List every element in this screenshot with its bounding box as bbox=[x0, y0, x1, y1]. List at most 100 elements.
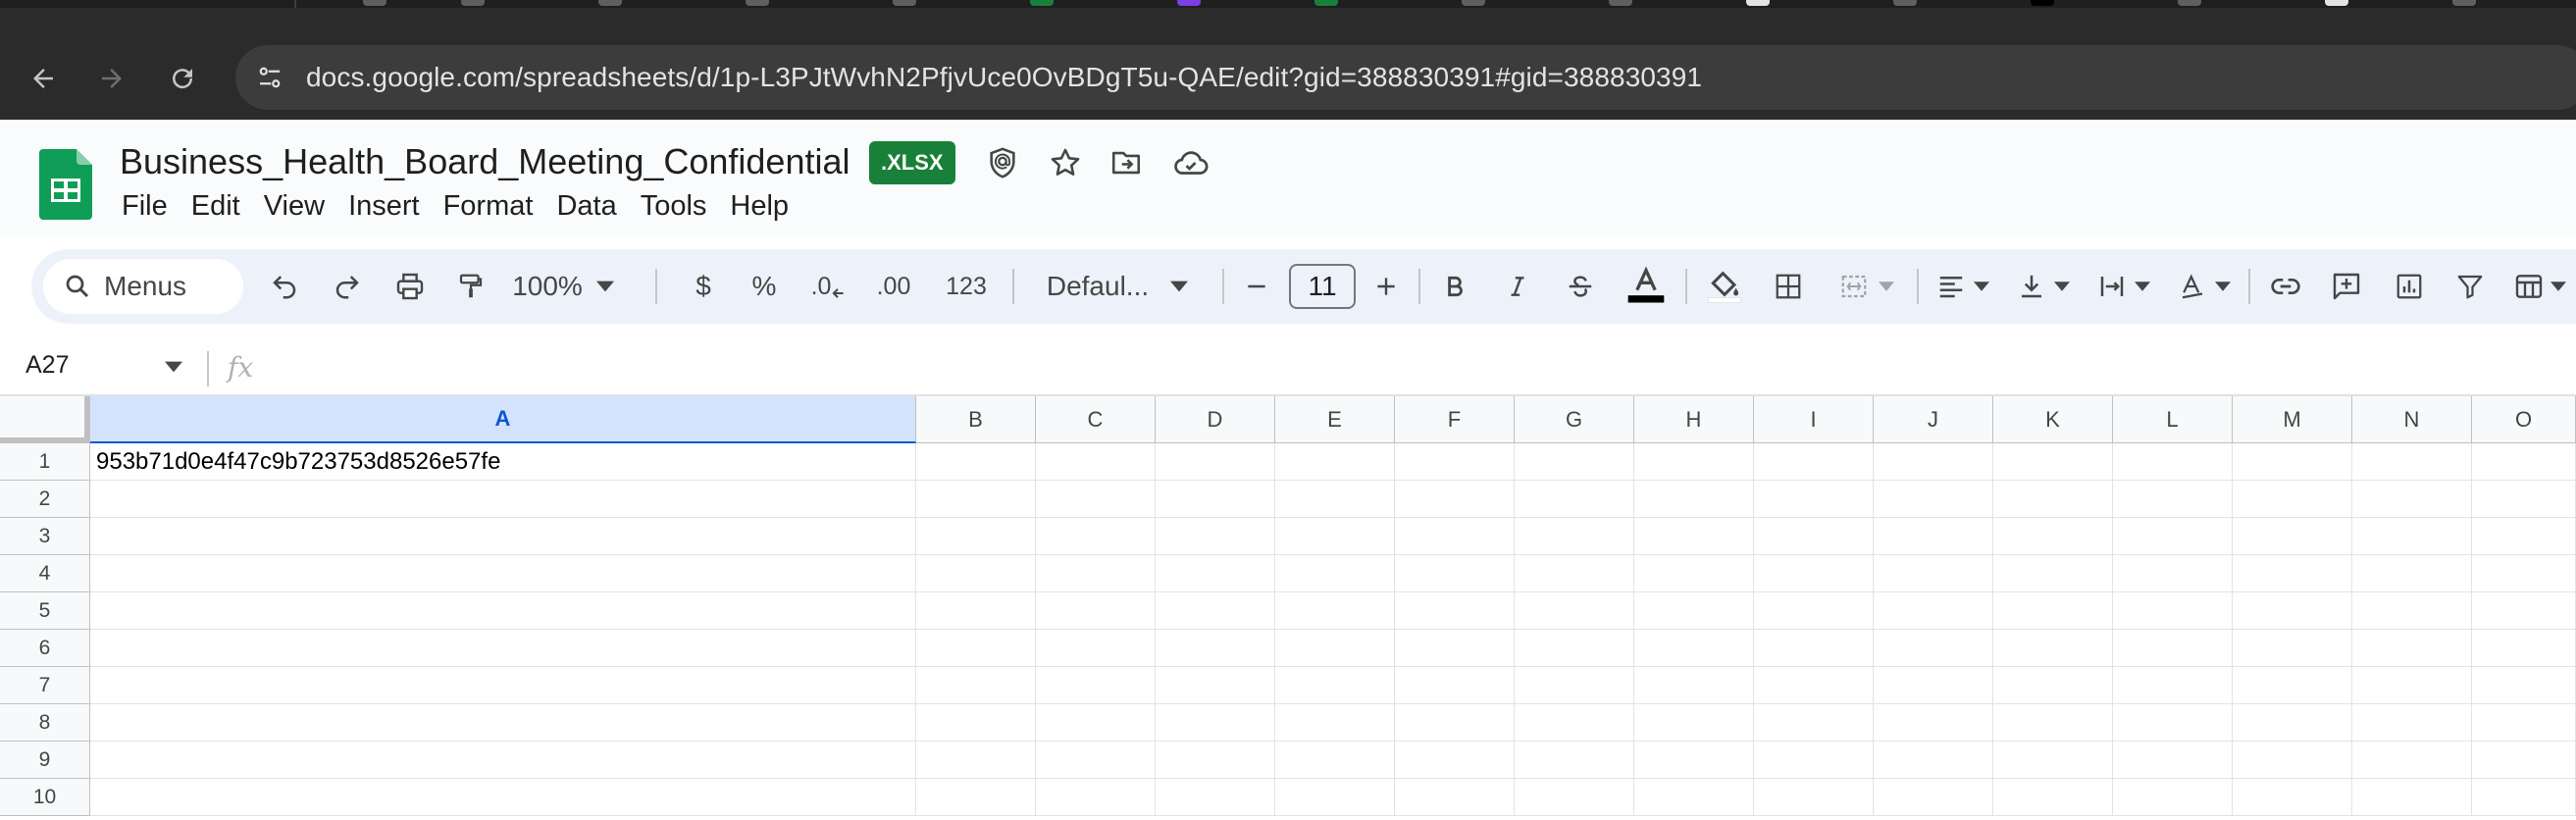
cell-e10[interactable] bbox=[1275, 779, 1395, 816]
address-bar[interactable]: docs.google.com/spreadsheets/d/1p-L3PJtW… bbox=[235, 45, 2576, 110]
column-header-a[interactable]: A bbox=[90, 396, 916, 443]
cell-b2[interactable] bbox=[916, 481, 1036, 518]
vertical-align-button[interactable] bbox=[2007, 249, 2080, 324]
cell-e5[interactable] bbox=[1275, 592, 1395, 630]
cell-f1[interactable] bbox=[1395, 443, 1515, 481]
zoom-select[interactable]: 100% bbox=[506, 249, 620, 324]
cell-h1[interactable] bbox=[1634, 443, 1754, 481]
forward-button[interactable] bbox=[90, 57, 133, 100]
cell-a9[interactable] bbox=[90, 742, 916, 779]
cell-k9[interactable] bbox=[1993, 742, 2113, 779]
sheets-home-logo[interactable] bbox=[39, 149, 92, 220]
cell-o7[interactable] bbox=[2472, 667, 2576, 704]
cell-c7[interactable] bbox=[1036, 667, 1156, 704]
cell-o9[interactable] bbox=[2472, 742, 2576, 779]
row-header[interactable]: 10 bbox=[0, 779, 90, 816]
cell-b10[interactable] bbox=[916, 779, 1036, 816]
cell-i9[interactable] bbox=[1754, 742, 1874, 779]
cell-o6[interactable] bbox=[2472, 630, 2576, 667]
cell-i7[interactable] bbox=[1754, 667, 1874, 704]
site-info-button[interactable] bbox=[243, 51, 296, 104]
redo-button[interactable] bbox=[322, 249, 373, 324]
cell-l10[interactable] bbox=[2113, 779, 2233, 816]
star-button[interactable] bbox=[1046, 143, 1085, 182]
cell-n5[interactable] bbox=[2352, 592, 2472, 630]
document-title[interactable]: Business_Health_Board_Meeting_Confidenti… bbox=[120, 141, 850, 182]
cell-m9[interactable] bbox=[2233, 742, 2352, 779]
cell-d5[interactable] bbox=[1156, 592, 1275, 630]
menu-tools[interactable]: Tools bbox=[629, 184, 719, 229]
insert-link-button[interactable] bbox=[2258, 249, 2313, 324]
tab-favicon[interactable] bbox=[2178, 0, 2201, 6]
merge-cells-button[interactable] bbox=[1825, 249, 1909, 324]
cell-f5[interactable] bbox=[1395, 592, 1515, 630]
cell-d2[interactable] bbox=[1156, 481, 1275, 518]
font-size-input[interactable]: 11 bbox=[1287, 249, 1358, 324]
strikethrough-button[interactable] bbox=[1554, 249, 1607, 324]
tab-favicon[interactable] bbox=[363, 0, 386, 6]
cell-k1[interactable] bbox=[1993, 443, 2113, 481]
cell-k7[interactable] bbox=[1993, 667, 2113, 704]
cell-g8[interactable] bbox=[1515, 704, 1634, 742]
cell-h8[interactable] bbox=[1634, 704, 1754, 742]
document-status-button[interactable] bbox=[1171, 143, 1211, 182]
cell-d3[interactable] bbox=[1156, 518, 1275, 555]
cell-c6[interactable] bbox=[1036, 630, 1156, 667]
name-box-dropdown[interactable] bbox=[165, 361, 182, 373]
cell-e3[interactable] bbox=[1275, 518, 1395, 555]
cell-o2[interactable] bbox=[2472, 481, 2576, 518]
paint-format-button[interactable] bbox=[445, 249, 496, 324]
more-formats-button[interactable]: 123 bbox=[934, 249, 999, 324]
cell-j7[interactable] bbox=[1874, 667, 1993, 704]
cell-d4[interactable] bbox=[1156, 555, 1275, 592]
cell-h2[interactable] bbox=[1634, 481, 1754, 518]
cell-i1[interactable] bbox=[1754, 443, 1874, 481]
horizontal-align-button[interactable] bbox=[1927, 249, 1999, 324]
cell-j9[interactable] bbox=[1874, 742, 1993, 779]
cell-f2[interactable] bbox=[1395, 481, 1515, 518]
cell-h3[interactable] bbox=[1634, 518, 1754, 555]
cell-g10[interactable] bbox=[1515, 779, 1634, 816]
cell-k8[interactable] bbox=[1993, 704, 2113, 742]
cell-b5[interactable] bbox=[916, 592, 1036, 630]
column-header-l[interactable]: L bbox=[2113, 396, 2233, 443]
cell-f8[interactable] bbox=[1395, 704, 1515, 742]
cell-j10[interactable] bbox=[1874, 779, 1993, 816]
cell-l7[interactable] bbox=[2113, 667, 2233, 704]
font-family-select[interactable]: Defaul... bbox=[1024, 249, 1211, 324]
currency-format-button[interactable]: $ bbox=[681, 249, 726, 324]
cell-c8[interactable] bbox=[1036, 704, 1156, 742]
cell-j6[interactable] bbox=[1874, 630, 1993, 667]
cell-m3[interactable] bbox=[2233, 518, 2352, 555]
cell-e7[interactable] bbox=[1275, 667, 1395, 704]
row-header[interactable]: 3 bbox=[0, 518, 90, 555]
cell-m6[interactable] bbox=[2233, 630, 2352, 667]
cell-a6[interactable] bbox=[90, 630, 916, 667]
menu-view[interactable]: View bbox=[252, 184, 336, 229]
column-header-g[interactable]: G bbox=[1515, 396, 1634, 443]
cell-g2[interactable] bbox=[1515, 481, 1634, 518]
increase-font-size-button[interactable] bbox=[1362, 249, 1411, 324]
cell-k2[interactable] bbox=[1993, 481, 2113, 518]
cell-c9[interactable] bbox=[1036, 742, 1156, 779]
cell-m10[interactable] bbox=[2233, 779, 2352, 816]
insert-comment-button[interactable] bbox=[2319, 249, 2374, 324]
cell-n3[interactable] bbox=[2352, 518, 2472, 555]
cell-f10[interactable] bbox=[1395, 779, 1515, 816]
cell-f7[interactable] bbox=[1395, 667, 1515, 704]
cell-j3[interactable] bbox=[1874, 518, 1993, 555]
menu-help[interactable]: Help bbox=[718, 184, 800, 229]
row-header[interactable]: 2 bbox=[0, 481, 90, 518]
column-header-o[interactable]: O bbox=[2472, 396, 2576, 443]
cell-k3[interactable] bbox=[1993, 518, 2113, 555]
cell-f4[interactable] bbox=[1395, 555, 1515, 592]
cell-h7[interactable] bbox=[1634, 667, 1754, 704]
cell-e6[interactable] bbox=[1275, 630, 1395, 667]
create-filter-button[interactable] bbox=[2443, 249, 2498, 324]
tab-favicon[interactable] bbox=[2031, 0, 2054, 6]
cell-l3[interactable] bbox=[2113, 518, 2233, 555]
cell-a2[interactable] bbox=[90, 481, 916, 518]
column-header-j[interactable]: J bbox=[1874, 396, 1993, 443]
increase-decimals-button[interactable]: .00 bbox=[863, 249, 924, 324]
cell-n10[interactable] bbox=[2352, 779, 2472, 816]
